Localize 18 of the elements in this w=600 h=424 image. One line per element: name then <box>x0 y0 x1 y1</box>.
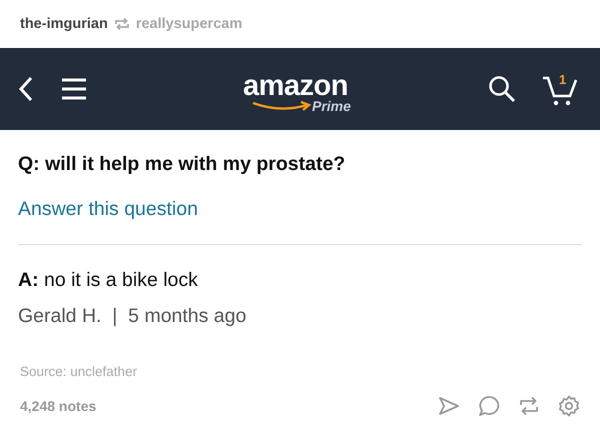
reblog-icon[interactable] <box>518 395 540 417</box>
settings-icon[interactable] <box>558 395 580 417</box>
search-icon[interactable] <box>488 75 516 103</box>
answer-byline: Gerald H. | 5 months ago <box>18 304 248 328</box>
reblog-source[interactable]: reallysupercam <box>136 16 242 32</box>
comment-icon[interactable] <box>478 395 500 417</box>
menu-icon[interactable] <box>62 78 86 100</box>
reblog-icon <box>114 17 130 31</box>
source-link[interactable]: Source: unclefather <box>18 364 138 379</box>
blog-name[interactable]: the-imgurian <box>20 16 108 32</box>
notes-count[interactable]: 4,248 notes <box>20 398 420 414</box>
question-text: Q: will it help me with my prostate? <box>18 152 346 176</box>
back-icon[interactable] <box>18 76 34 102</box>
smile-icon <box>251 100 313 112</box>
answer-link[interactable]: Answer this question <box>18 197 198 221</box>
answer-text: A: no it is a bike lock <box>18 268 199 292</box>
cart-count: 1 <box>559 72 566 87</box>
share-icon[interactable] <box>438 395 460 417</box>
